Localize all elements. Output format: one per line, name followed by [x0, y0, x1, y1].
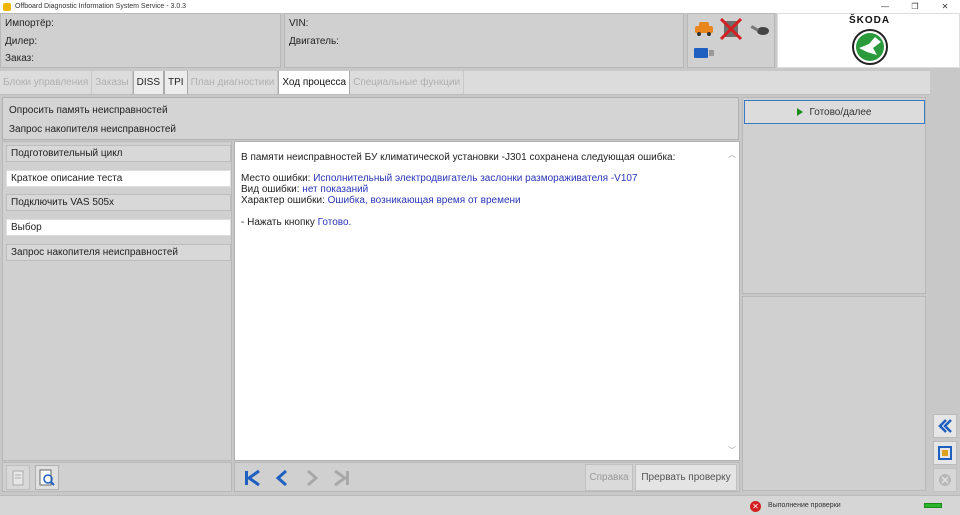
step-item[interactable]: Подготовительный цикл [6, 145, 231, 162]
next-icon [307, 469, 319, 486]
step-item[interactable]: Запрос накопителя неисправностей [6, 244, 231, 261]
error-icon: ✕ [750, 501, 761, 512]
dealer-label: Дилер: [5, 36, 38, 47]
instruction-text-area: В памяти неисправностей БУ климатической… [234, 141, 740, 461]
first-step-button[interactable] [238, 465, 266, 490]
tab-diagnostic-plan[interactable]: План диагностики [188, 71, 279, 94]
test-subtitle: Запрос накопителя неисправностей [9, 124, 176, 135]
test-info-panel: Опросить память неисправностей Запрос на… [2, 97, 739, 140]
fault-nature-label: Характер ошибки: [241, 195, 328, 206]
done-next-label: Готово/далее [809, 106, 872, 118]
play-icon [797, 108, 804, 116]
step-item[interactable]: Выбор [6, 219, 231, 236]
action-panel: Готово/далее [742, 97, 926, 294]
connection-status-icons [687, 13, 775, 68]
car-icon [695, 22, 713, 36]
zoom-document-button[interactable] [35, 465, 59, 490]
fault-nature-value: Ошибка, возникающая время от времени [327, 195, 521, 206]
close-circle-icon [939, 474, 951, 486]
connection-icons-svg [694, 17, 769, 58]
step-item[interactable]: Подключить VAS 505x [6, 194, 231, 211]
close-panel-button[interactable] [933, 468, 957, 492]
step-label: Подключить VAS 505x [11, 197, 115, 208]
scroll-down-icon[interactable]: ﹀ [728, 445, 736, 455]
tab-control-units[interactable]: Блоки управления [0, 71, 93, 94]
tab-process[interactable]: Ход процесса [278, 71, 351, 94]
document-button[interactable] [6, 465, 30, 490]
first-icon [245, 469, 260, 486]
fault-location: Место ошибки: Исполнительный электродвиг… [241, 173, 638, 184]
frame-icon [938, 446, 952, 460]
key-icon [750, 25, 769, 35]
engine-label: Двигатель: [289, 36, 339, 47]
skoda-logo [852, 29, 888, 65]
window-title: Offboard Diagnostic Information System S… [15, 3, 187, 10]
double-chevron-left-icon [938, 419, 952, 433]
collapse-panel-button[interactable] [933, 414, 957, 438]
step-item[interactable]: Краткое описание теста [6, 170, 231, 187]
step-label: Запрос накопителя неисправностей [11, 247, 178, 258]
previous-step-button[interactable] [268, 465, 296, 490]
abort-test-button[interactable]: Прервать проверку [635, 464, 737, 491]
brand-logo-area: ŠKODA [777, 13, 960, 68]
status-text: Выполнение проверки [768, 502, 841, 509]
fault-location-label: Место ошибки: [241, 173, 314, 184]
main-tabs: Блоки управления Заказы DISS TPI План ди… [0, 71, 930, 95]
fault-type-value: нет показаний [302, 184, 369, 195]
step-label: Выбор [11, 222, 42, 233]
done-link[interactable]: Готово. [318, 217, 352, 228]
tab-orders[interactable]: Заказы [92, 71, 133, 94]
fault-intro: В памяти неисправностей БУ климатической… [241, 152, 676, 163]
fault-type-label: Вид ошибки: [241, 184, 303, 195]
status-bar: ✕ Выполнение проверки [0, 495, 960, 515]
minimize-button[interactable]: — [870, 0, 900, 13]
done-next-button[interactable]: Готово/далее [744, 100, 925, 124]
title-bar: Offboard Diagnostic Information System S… [0, 0, 960, 13]
tab-special-functions[interactable]: Специальные функции [350, 71, 465, 94]
importer-label: Импортёр: [5, 18, 54, 29]
step-label: Подготовительный цикл [11, 148, 123, 159]
last-icon [334, 469, 349, 486]
tab-tpi[interactable]: TPI [164, 71, 188, 94]
step-list: Подготовительный цикл Краткое описание т… [2, 141, 232, 461]
instruction-prefix: - Нажать кнопку [241, 217, 318, 228]
connection-led-icon [924, 503, 942, 508]
vehicle-order-info: Импортёр: Дилер: Заказ: [0, 13, 281, 68]
disconnected-icon [719, 17, 743, 41]
app-icon [3, 2, 11, 11]
scroll-up-icon[interactable]: ︿ [728, 149, 736, 159]
order-label: Заказ: [5, 53, 35, 64]
magnifier-document-icon [39, 469, 55, 486]
fault-nature: Характер ошибки: Ошибка, возникающая вре… [241, 195, 521, 206]
brand-name: ŠKODA [849, 15, 891, 26]
document-icon [12, 470, 24, 485]
fault-type: Вид ошибки: нет показаний [241, 184, 368, 195]
usb-icon [694, 48, 714, 58]
left-toolbar [2, 462, 232, 492]
vin-label: VIN: [289, 18, 309, 29]
window-controls: — ❐ ✕ [870, 0, 960, 13]
step-label: Краткое описание теста [11, 173, 123, 184]
navigation-toolbar: Справка Прервать проверку [234, 462, 740, 492]
secondary-panel [742, 296, 926, 491]
fit-window-button[interactable] [933, 441, 957, 465]
tab-diss[interactable]: DISS [132, 71, 165, 94]
help-button[interactable]: Справка [585, 464, 633, 491]
close-button[interactable]: ✕ [930, 0, 960, 13]
test-title: Опросить память неисправностей [9, 105, 168, 116]
next-step-button[interactable] [298, 465, 326, 490]
vehicle-identity-info: VIN: Двигатель: [284, 13, 684, 68]
restore-button[interactable]: ❐ [900, 0, 930, 13]
instruction-line: - Нажать кнопку Готово. [241, 217, 351, 228]
fault-location-value: Исполнительный электродвигатель заслонки… [313, 173, 638, 184]
last-step-button[interactable] [328, 465, 356, 490]
previous-icon [275, 469, 287, 486]
